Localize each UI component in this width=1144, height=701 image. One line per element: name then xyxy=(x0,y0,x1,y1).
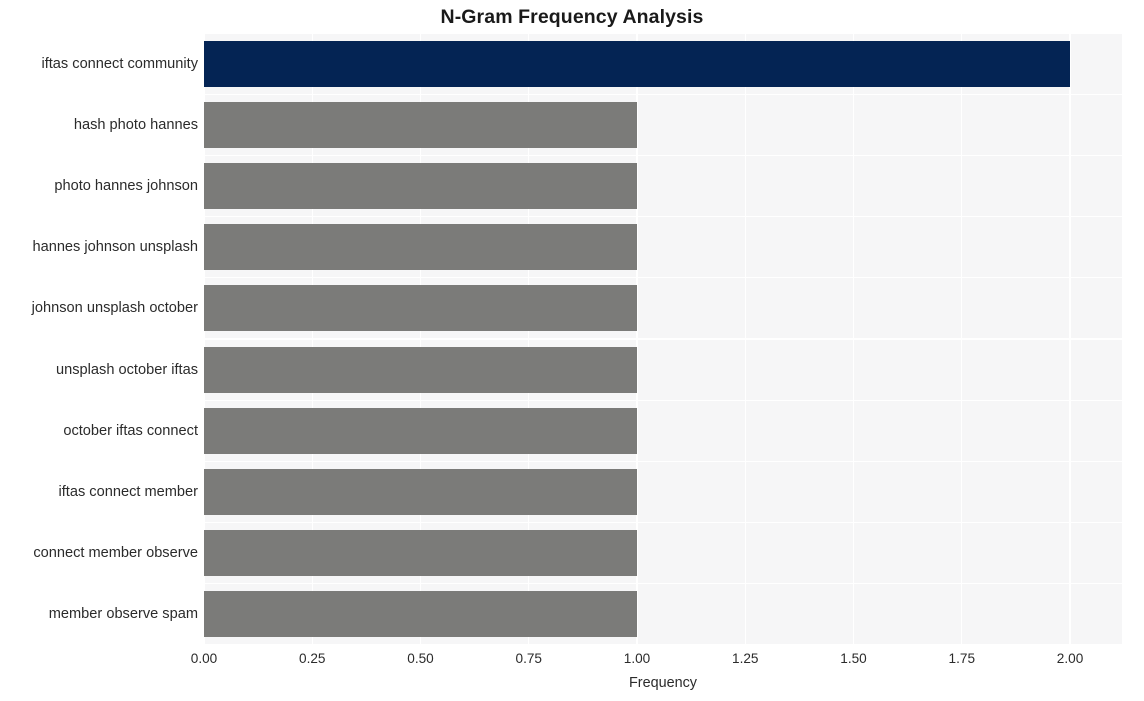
y-axis-tick-label: unsplash october iftas xyxy=(56,361,198,378)
y-axis-tick-label: photo hannes johnson xyxy=(54,178,198,194)
gridline-horizontal xyxy=(204,521,1122,524)
x-axis-tick-label: 0.25 xyxy=(299,651,326,666)
x-axis-tick-label: 0.50 xyxy=(407,651,434,666)
x-axis-tick-labels: 0.00 0.25 0.50 0.75 1.00 1.25 1.50 1.75 2.00 xyxy=(0,652,1144,672)
gridline-horizontal xyxy=(204,583,1122,585)
y-axis-tick-label: iftas connect member xyxy=(58,484,198,500)
bar xyxy=(204,101,638,148)
y-axis-tick-label: johnson unsplash october xyxy=(31,300,198,317)
gridline-horizontal xyxy=(204,399,1122,401)
y-axis-tick-label: member observe spam xyxy=(48,606,198,623)
bar xyxy=(204,224,638,271)
x-axis-tick-label: 1.25 xyxy=(732,651,759,666)
y-axis-tick-label: october iftas connect xyxy=(63,422,198,439)
x-axis-tick-label: 1.00 xyxy=(623,651,651,666)
x-axis-tick-label: 0.00 xyxy=(190,651,218,666)
x-axis-title: Frequency xyxy=(629,675,697,691)
bar xyxy=(204,285,638,332)
bar xyxy=(204,40,1071,87)
x-axis-tick-label: 1.50 xyxy=(840,651,867,666)
y-axis-tick-label: connect member observe xyxy=(33,545,198,562)
gridline-horizontal xyxy=(204,644,1122,645)
bar xyxy=(204,530,638,577)
x-axis-tick-label: 0.75 xyxy=(515,651,542,666)
chart-title: N-Gram Frequency Analysis xyxy=(440,6,704,28)
gridline-horizontal xyxy=(204,277,1122,279)
gridline-horizontal xyxy=(204,93,1122,95)
gridline-horizontal xyxy=(204,338,1122,340)
gridline-horizontal xyxy=(204,33,1122,34)
y-axis-tick-labels: iftas connect community hash photo hannes… xyxy=(0,33,198,645)
x-axis-tick-label: 2.00 xyxy=(1056,651,1084,666)
gridline-horizontal xyxy=(204,460,1122,463)
bar xyxy=(204,346,638,393)
y-axis-tick-label: iftas connect community xyxy=(41,55,198,72)
chart-figure: N-Gram Frequency Analysis iftas connect … xyxy=(0,0,1144,701)
y-axis-tick-label: hash photo hannes xyxy=(73,116,198,133)
bar xyxy=(204,163,638,209)
gridline-horizontal xyxy=(204,215,1122,218)
y-axis-tick-label: hannes johnson unsplash xyxy=(32,239,198,256)
x-axis-tick-label: 1.75 xyxy=(948,651,976,666)
plot-area xyxy=(204,33,1122,645)
bar xyxy=(204,407,638,454)
bar xyxy=(204,469,638,515)
gridline-horizontal xyxy=(204,154,1122,157)
bar xyxy=(204,591,638,638)
